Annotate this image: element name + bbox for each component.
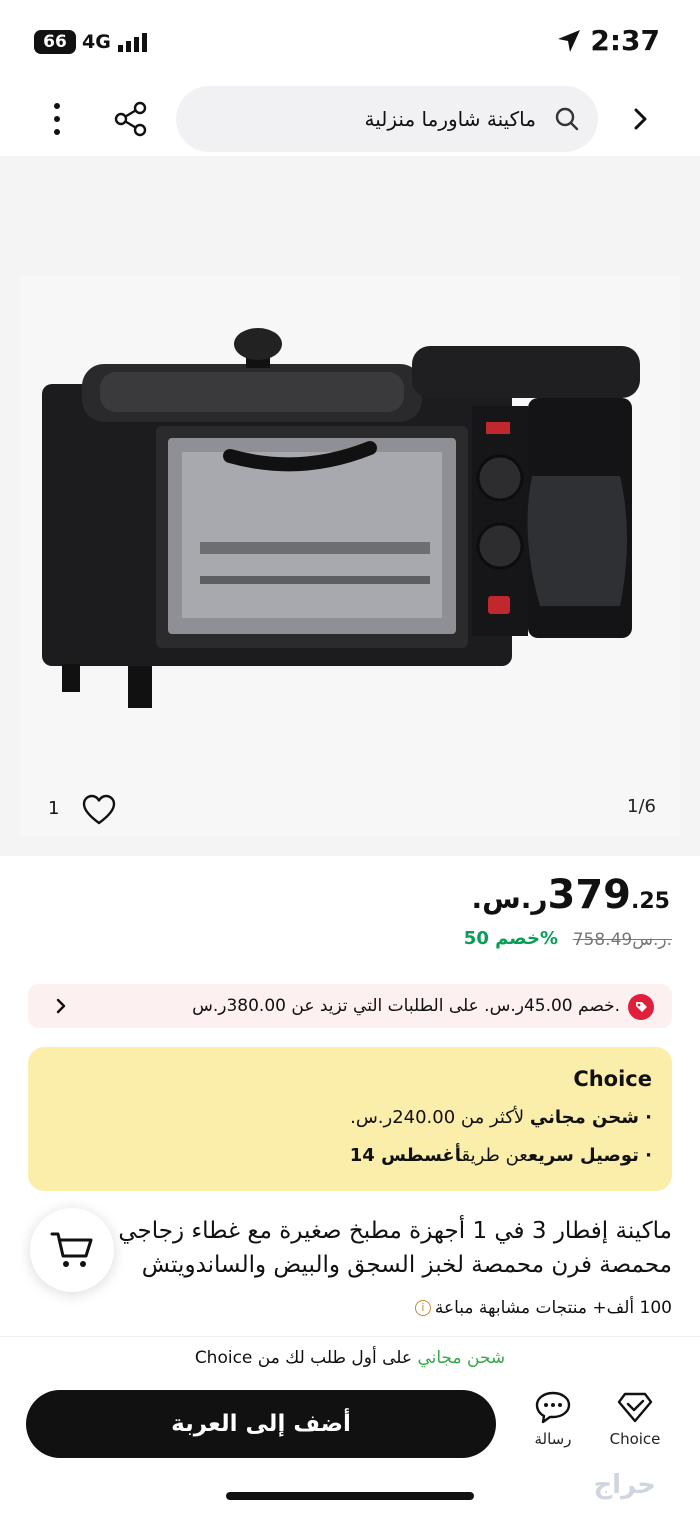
search-icon [555,107,579,131]
free-shipping-label: · شحن مجاني [529,1107,652,1128]
clock: 2:37 [590,24,660,57]
coupon-banner[interactable]: خصم 45.00ر.س. على الطلبات التي تزيد عن 3… [28,984,672,1028]
message-label: رسالة [534,1430,572,1448]
choice-label: Choice [609,1430,661,1448]
signal-icon [118,33,147,52]
free-shipping-note: شحن مجاني على أول طلب لك من Choice [0,1348,700,1368]
fast-delivery-label: · توصيل سريع [527,1145,652,1166]
price-minor: .25 [631,889,670,914]
free-shipping-line: · شحن مجاني لأكثر من 240.00ر.س. [350,1107,652,1128]
add-to-cart-button[interactable]: أضف إلى العربة [26,1390,496,1458]
sold-count: 100 ألف+ منتجات مشابهة مباعةi [414,1298,672,1318]
coupon-text: خصم 45.00ر.س. على الطلبات التي تزيد عن 3… [192,996,620,1016]
chat-bubble-icon [535,1391,571,1424]
share-icon[interactable] [112,100,150,138]
search-bar[interactable]: ماكينة شاورما منزلية [176,86,598,152]
heart-icon[interactable] [82,794,116,826]
price-major: 379 [547,872,632,918]
choice-brand: Choice [573,1067,652,1091]
fast-delivery-line: · توصيل سريععن طريقأغسطس 14 [350,1145,652,1166]
current-price: 379.25 ر.س. [471,872,670,918]
cart-icon [50,1232,93,1267]
info-icon[interactable]: i [414,1300,431,1316]
breakfast-machine-illustration [42,328,640,708]
original-price: 758.49ر.س. [572,930,672,950]
message-button[interactable]: رسالة [518,1390,588,1454]
home-indicator[interactable] [226,1492,474,1500]
more-options-icon[interactable] [44,100,70,138]
floating-cart-button[interactable] [30,1208,114,1292]
sold-text: 100 ألف+ منتجات مشابهة مباعة [434,1298,672,1318]
free-shipping-green: شحن مجاني [417,1348,506,1368]
free-shipping-rest: على أول طلب لك من Choice [194,1348,418,1368]
discount-badge: خصم 50% [463,928,558,949]
free-shipping-detail: لأكثر من 240.00ر.س. [350,1107,530,1128]
product-title-line-2: محمصة فرن محمصة لخبز السجق والبيض والسان… [141,1252,672,1278]
choice-button[interactable]: Choice [600,1390,670,1454]
choice-diamond-icon [617,1392,653,1423]
coupon-tag-icon [628,994,654,1020]
back-chevron-icon[interactable] [626,104,656,134]
price-currency: ر.س. [471,882,548,915]
divider [0,1336,700,1337]
chevron-left-icon[interactable] [50,996,70,1016]
image-pager: 1/6 [627,796,656,817]
search-query: ماكينة شاورما منزلية [364,107,536,131]
product-title: ماكينة إفطار 3 في 1 أجهزة مطبخ صغيرة مع … [72,1214,672,1282]
product-title-line-1: ماكينة إفطار 3 في 1 أجهزة مطبخ صغيرة مع … [118,1218,672,1244]
watermark-logo: حراج [593,1470,656,1500]
choice-benefits-box[interactable]: Choice · شحن مجاني لأكثر من 240.00ر.س. ·… [28,1047,672,1191]
network-type: 4G [82,31,111,53]
product-gallery[interactable]: 1 1/6 [0,156,700,856]
fast-delivery-via: عن طريق [461,1145,528,1166]
battery-indicator: 66 [34,30,76,54]
top-bar: ماكينة شاورما منزلية [0,84,700,156]
product-image[interactable] [20,276,680,836]
status-bar: 66 4G 2:37 [0,0,700,82]
favorites-count: 1 [48,798,60,819]
location-arrow-icon [558,30,580,52]
delivery-date: أغسطس 14 [349,1145,462,1166]
